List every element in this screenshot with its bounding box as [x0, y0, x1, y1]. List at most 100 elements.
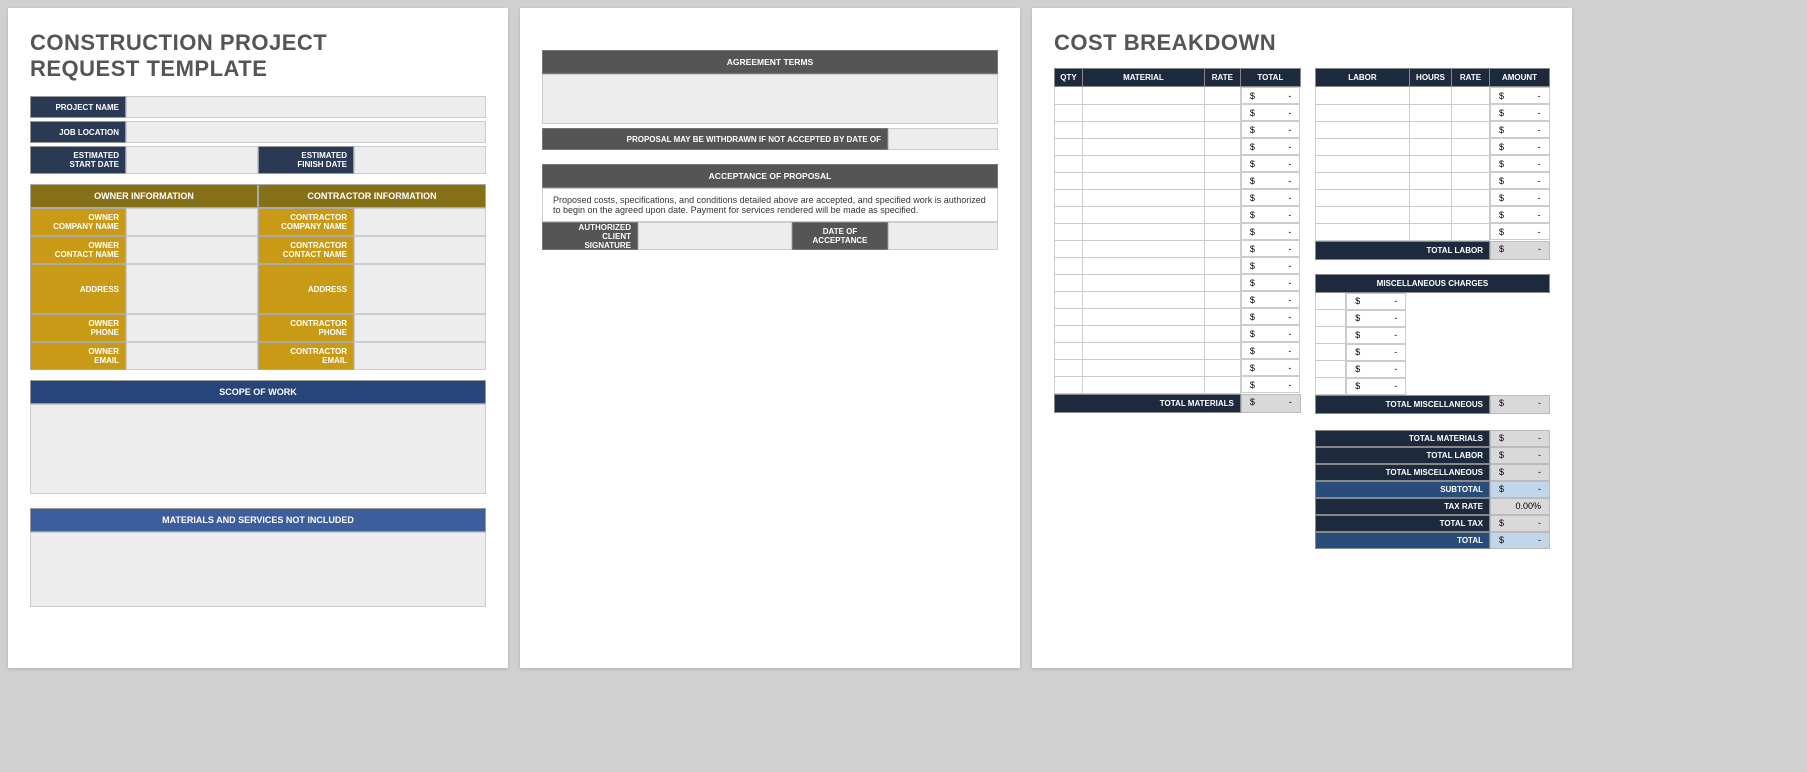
cell-qty[interactable] [1055, 206, 1083, 223]
contractor-address-input[interactable] [354, 264, 486, 314]
cell-misc-desc[interactable] [1315, 327, 1345, 344]
contractor-contact-input[interactable] [354, 236, 486, 264]
cell-rate[interactable] [1204, 325, 1240, 342]
cell-labor[interactable] [1315, 138, 1409, 155]
cell-qty[interactable] [1055, 87, 1083, 105]
contractor-email-input[interactable] [354, 342, 486, 370]
owner-address-input[interactable] [126, 264, 258, 314]
sum-taxrate-val[interactable]: 0.00% [1490, 498, 1550, 515]
cell-qty[interactable] [1055, 121, 1083, 138]
cell-lrate[interactable] [1452, 155, 1490, 172]
cell-hours[interactable] [1410, 206, 1452, 223]
cell-hours[interactable] [1410, 87, 1452, 105]
contractor-phone-input[interactable] [354, 314, 486, 342]
cell-material[interactable] [1083, 189, 1205, 206]
cell-rate[interactable] [1204, 342, 1240, 359]
cell-rate[interactable] [1204, 308, 1240, 325]
cell-hours[interactable] [1410, 155, 1452, 172]
cell-qty[interactable] [1055, 155, 1083, 172]
job-location-input[interactable] [126, 121, 486, 143]
cell-qty[interactable] [1055, 104, 1083, 121]
cell-material[interactable] [1083, 206, 1205, 223]
signature-input[interactable] [638, 222, 792, 250]
cell-material[interactable] [1083, 342, 1205, 359]
cell-hours[interactable] [1410, 121, 1452, 138]
cell-lrate[interactable] [1452, 206, 1490, 223]
cell-lrate[interactable] [1452, 189, 1490, 206]
cell-qty[interactable] [1055, 172, 1083, 189]
withdraw-date-input[interactable] [888, 128, 998, 150]
cell-rate[interactable] [1204, 376, 1240, 393]
cell-rate[interactable] [1204, 274, 1240, 291]
acceptance-date-input[interactable] [888, 222, 998, 250]
cell-qty[interactable] [1055, 257, 1083, 274]
cell-material[interactable] [1083, 274, 1205, 291]
cell-material[interactable] [1083, 155, 1205, 172]
cell-rate[interactable] [1204, 121, 1240, 138]
cell-rate[interactable] [1204, 206, 1240, 223]
cell-rate[interactable] [1204, 172, 1240, 189]
cell-rate[interactable] [1204, 240, 1240, 257]
cell-hours[interactable] [1410, 104, 1452, 121]
cell-labor[interactable] [1315, 155, 1409, 172]
cell-rate[interactable] [1204, 223, 1240, 240]
contractor-company-input[interactable] [354, 208, 486, 236]
cell-qty[interactable] [1055, 240, 1083, 257]
owner-company-input[interactable] [126, 208, 258, 236]
cell-qty[interactable] [1055, 376, 1083, 393]
scope-input[interactable] [30, 404, 486, 494]
cell-labor[interactable] [1315, 104, 1409, 121]
est-start-input[interactable] [126, 146, 258, 174]
cell-qty[interactable] [1055, 189, 1083, 206]
cell-qty[interactable] [1055, 138, 1083, 155]
cell-material[interactable] [1083, 359, 1205, 376]
project-name-input[interactable] [126, 96, 486, 118]
cell-labor[interactable] [1315, 206, 1409, 223]
cell-lrate[interactable] [1452, 121, 1490, 138]
cell-qty[interactable] [1055, 342, 1083, 359]
cell-labor[interactable] [1315, 87, 1409, 105]
cell-hours[interactable] [1410, 138, 1452, 155]
cell-rate[interactable] [1204, 359, 1240, 376]
cell-hours[interactable] [1410, 189, 1452, 206]
cell-material[interactable] [1083, 325, 1205, 342]
agreement-input[interactable] [542, 74, 998, 124]
cell-misc-desc[interactable] [1315, 310, 1345, 327]
cell-lrate[interactable] [1452, 223, 1490, 240]
cell-rate[interactable] [1204, 257, 1240, 274]
cell-qty[interactable] [1055, 359, 1083, 376]
cell-hours[interactable] [1410, 223, 1452, 240]
cell-rate[interactable] [1204, 291, 1240, 308]
cell-lrate[interactable] [1452, 87, 1490, 105]
cell-qty[interactable] [1055, 325, 1083, 342]
cell-labor[interactable] [1315, 172, 1409, 189]
cell-misc-desc[interactable] [1315, 344, 1345, 361]
cell-qty[interactable] [1055, 223, 1083, 240]
cell-lrate[interactable] [1452, 138, 1490, 155]
cell-material[interactable] [1083, 257, 1205, 274]
cell-material[interactable] [1083, 121, 1205, 138]
cell-misc-desc[interactable] [1315, 292, 1345, 310]
cell-material[interactable] [1083, 308, 1205, 325]
cell-material[interactable] [1083, 223, 1205, 240]
cell-material[interactable] [1083, 104, 1205, 121]
cell-misc-desc[interactable] [1315, 378, 1345, 395]
cell-material[interactable] [1083, 291, 1205, 308]
owner-phone-input[interactable] [126, 314, 258, 342]
materials-input[interactable] [30, 532, 486, 607]
cell-qty[interactable] [1055, 274, 1083, 291]
cell-labor[interactable] [1315, 121, 1409, 138]
cell-material[interactable] [1083, 138, 1205, 155]
cell-material[interactable] [1083, 376, 1205, 393]
cell-misc-desc[interactable] [1315, 361, 1345, 378]
est-finish-input[interactable] [354, 146, 486, 174]
owner-contact-input[interactable] [126, 236, 258, 264]
cell-qty[interactable] [1055, 308, 1083, 325]
cell-lrate[interactable] [1452, 172, 1490, 189]
cell-material[interactable] [1083, 172, 1205, 189]
cell-rate[interactable] [1204, 138, 1240, 155]
cell-qty[interactable] [1055, 291, 1083, 308]
cell-rate[interactable] [1204, 155, 1240, 172]
cell-rate[interactable] [1204, 104, 1240, 121]
cell-labor[interactable] [1315, 189, 1409, 206]
